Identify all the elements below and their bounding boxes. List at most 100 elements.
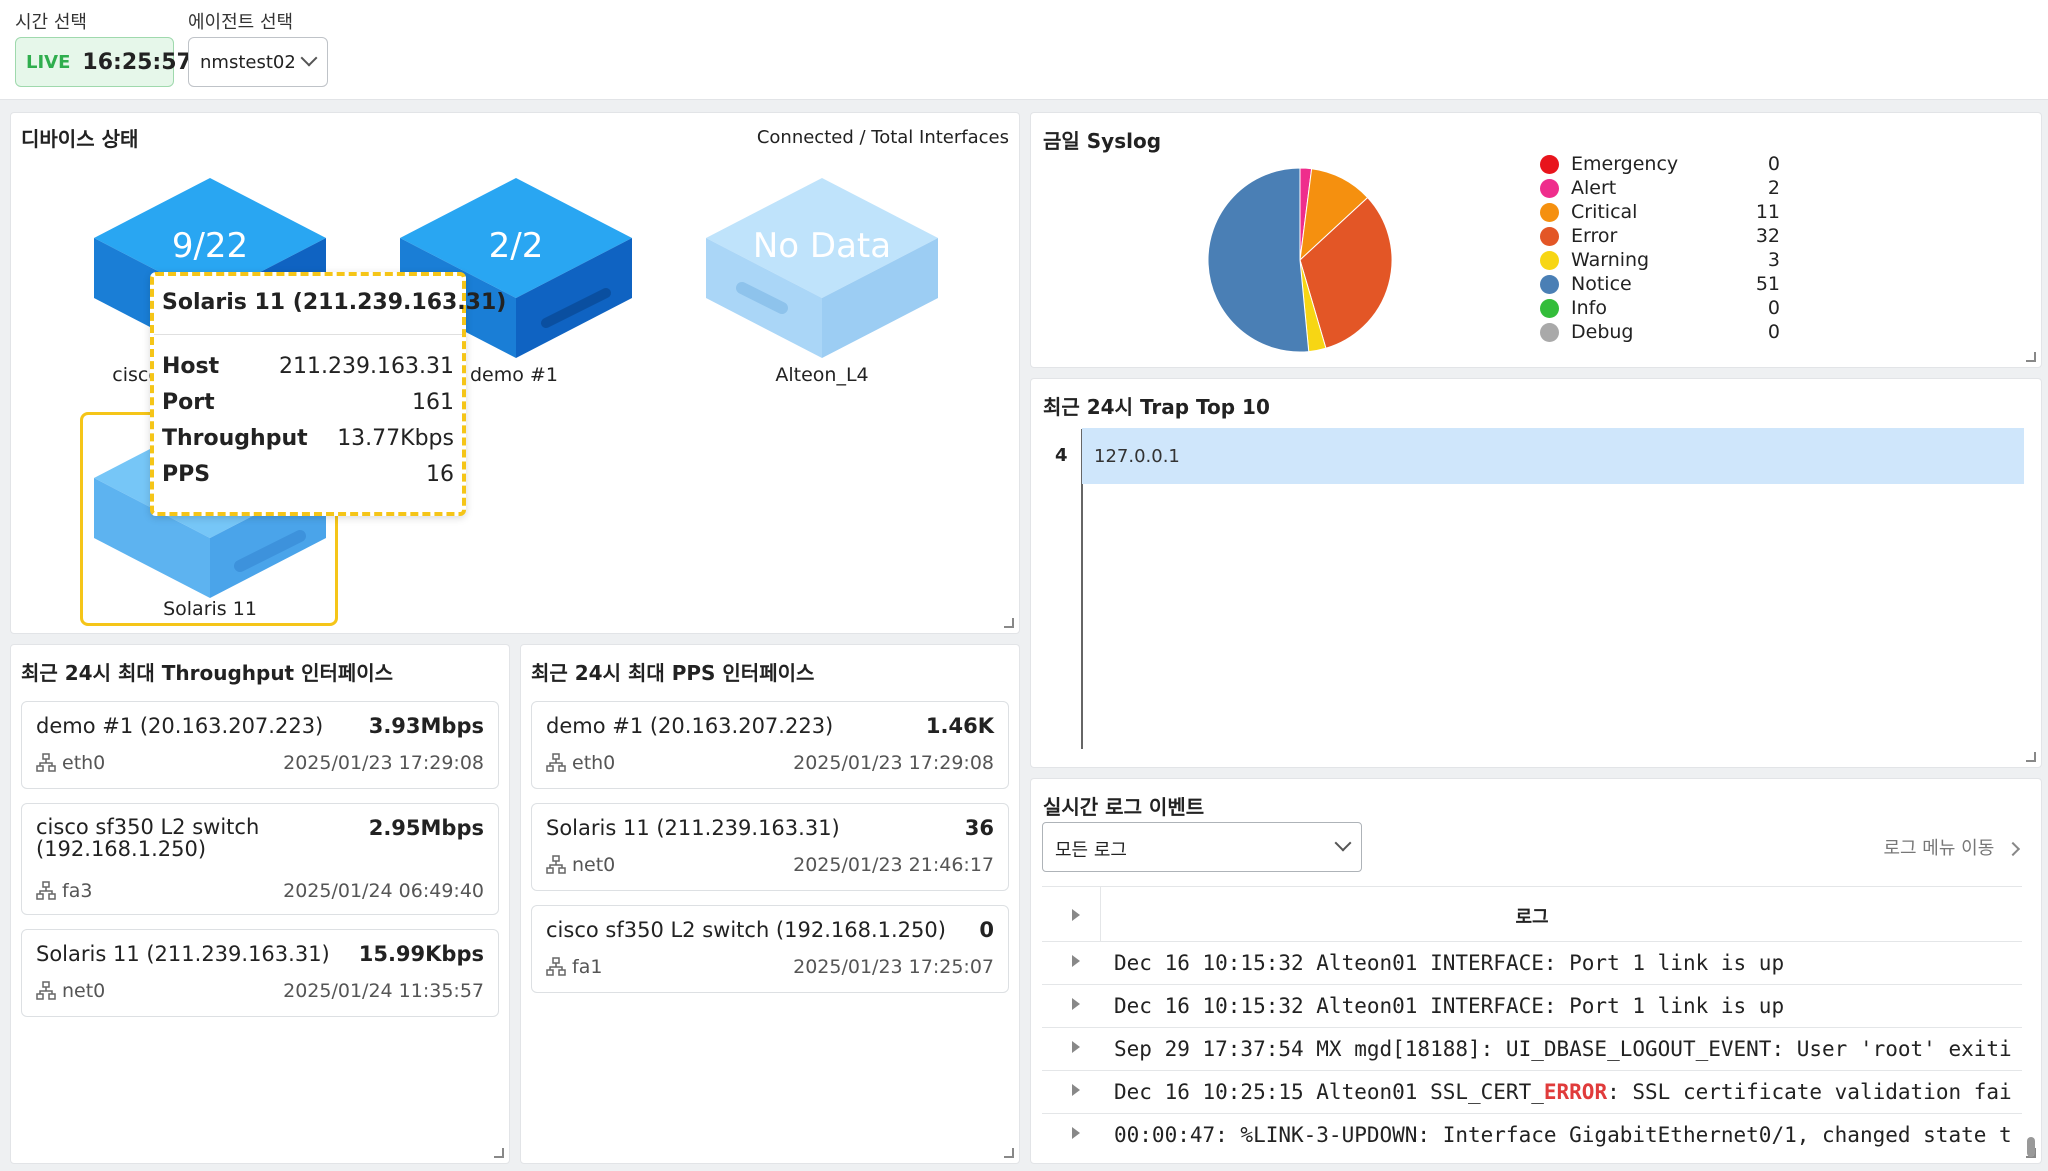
log-text: 00:00:47: %LINK-3-UPDOWN: Interface Giga… <box>1114 1123 2012 1147</box>
item-name: Solaris 11 (211.239.163.31) <box>546 816 840 840</box>
item-name: demo #1 (20.163.207.223) <box>36 714 324 738</box>
list-item[interactable]: demo #1 (20.163.207.223) 3.93Mbps eth0 2… <box>21 701 499 789</box>
item-port: net0 <box>36 980 105 1002</box>
legend-item: Debug 0 <box>1540 320 1780 344</box>
legend-dot <box>1540 322 1559 342</box>
legend-dot <box>1540 274 1559 294</box>
item-port: fa3 <box>36 880 92 902</box>
device-count: 2/2 <box>488 226 544 266</box>
tooltip-value: 161 <box>412 390 454 415</box>
log-menu-link[interactable]: 로그 메뉴 이동 <box>1883 834 2021 860</box>
throughput-panel: 최근 24시 최대 Throughput 인터페이스 demo #1 (20.1… <box>10 644 510 1164</box>
legend-value: 51 <box>1755 273 1780 295</box>
expand-icon[interactable] <box>1072 1041 1080 1053</box>
legend-label: Info <box>1571 297 1607 319</box>
expand-icon[interactable] <box>1072 1127 1080 1139</box>
trap-count: 4 <box>1055 445 1068 466</box>
device-count: 9/22 <box>171 226 249 266</box>
time-select-label: 시간 선택 <box>15 12 87 33</box>
port-label: eth0 <box>572 752 616 774</box>
legend-item: Notice 51 <box>1540 272 1780 296</box>
item-name: Solaris 11 (211.239.163.31) <box>36 942 330 966</box>
log-error-keyword: ERROR <box>1543 1080 1608 1104</box>
network-icon <box>546 957 566 977</box>
tooltip-row-throughput: Throughput 13.77Kbps <box>162 426 454 456</box>
chevron-right-icon <box>2005 841 2021 857</box>
trap-bar[interactable]: 127.0.0.1 <box>1082 428 2024 484</box>
legend-label: Error <box>1571 225 1618 247</box>
panel-subtitle: Connected / Total Interfaces <box>756 127 1009 148</box>
log-filter-select[interactable]: 모든 로그 <box>1042 822 1362 872</box>
item-date: 2025/01/23 21:46:17 <box>793 854 994 876</box>
log-text-post: : SSL certificate validation fai <box>1607 1080 2012 1104</box>
legend-value: 2 <box>1767 177 1780 199</box>
panel-title: 실시간 로그 이벤트 <box>1043 795 1205 819</box>
expand-icon[interactable] <box>1072 998 1080 1010</box>
tooltip-value: 16 <box>426 462 454 487</box>
item-value: 36 <box>964 816 994 840</box>
list-item[interactable]: Solaris 11 (211.239.163.31) 36 net0 2025… <box>531 803 1009 891</box>
tooltip-value: 211.239.163.31 <box>279 354 454 379</box>
legend-label: Warning <box>1571 249 1650 271</box>
legend-item: Emergency 0 <box>1540 152 1780 176</box>
scrollbar-thumb[interactable] <box>2027 1137 2035 1157</box>
table-row[interactable]: Dec 16 10:15:32 Alteon01 INTERFACE: Port… <box>1042 985 2022 1028</box>
time-select-button[interactable]: LIVE 16:25:57 <box>15 37 192 87</box>
device-box-icon <box>706 178 938 358</box>
table-row[interactable]: 00:00:47: %LINK-3-UPDOWN: Interface Giga… <box>1042 1114 2022 1157</box>
tooltip-row-pps: PPS 16 <box>162 462 454 492</box>
agent-select-dropdown[interactable]: nmstest02 <box>188 37 328 87</box>
log-table-header: 로그 <box>1042 886 2022 942</box>
table-row[interactable]: Dec 16 10:15:32 Alteon01 INTERFACE: Port… <box>1042 942 2022 985</box>
resize-handle[interactable] <box>2026 752 2036 762</box>
item-name-line2: (192.168.1.250) <box>36 837 207 861</box>
item-date: 2025/01/24 11:35:57 <box>283 980 484 1002</box>
network-icon <box>36 981 56 1001</box>
trap-ip: 127.0.0.1 <box>1094 446 1180 467</box>
legend-item: Error 32 <box>1540 224 1780 248</box>
legend-dot <box>1540 178 1559 198</box>
syslog-pie-chart <box>1207 167 1393 353</box>
network-icon <box>36 881 56 901</box>
legend-value: 0 <box>1767 297 1780 319</box>
resize-handle[interactable] <box>494 1148 504 1158</box>
syslog-panel: 금일 Syslog <box>1030 112 2042 368</box>
tooltip-key: Port <box>162 390 215 415</box>
log-header-label: 로그 <box>1515 907 1549 928</box>
legend-value: 3 <box>1767 249 1780 271</box>
list-item[interactable]: Solaris 11 (211.239.163.31) 15.99Kbps ne… <box>21 929 499 1017</box>
tooltip-row-port: Port 161 <box>162 390 454 420</box>
list-item[interactable]: demo #1 (20.163.207.223) 1.46K eth0 2025… <box>531 701 1009 789</box>
log-text-pre: Dec 16 10:25:15 Alteon01 SSL_CERT_ <box>1114 1080 1544 1104</box>
item-date: 2025/01/23 17:25:07 <box>793 956 994 978</box>
live-badge: LIVE <box>26 51 71 73</box>
item-port: eth0 <box>36 752 105 774</box>
table-row[interactable]: Dec 16 10:25:15 Alteon01 SSL_CERT_ERROR:… <box>1042 1071 2022 1114</box>
list-item[interactable]: cisco sf350 L2 switch (192.168.1.250) 0 … <box>531 905 1009 993</box>
pie-slice-notice[interactable] <box>1207 167 1310 353</box>
tooltip-title: Solaris 11 (211.239.163.31) <box>162 290 507 315</box>
device-alteon[interactable]: No Data <box>702 178 942 378</box>
port-label: net0 <box>572 854 616 876</box>
list-item[interactable]: cisco sf350 L2 switch (192.168.1.250) 2.… <box>21 803 499 915</box>
log-filter-value: 모든 로그 <box>1055 840 1127 861</box>
item-value: 3.93Mbps <box>368 714 484 738</box>
top-bar: 시간 선택 LIVE 16:25:57 에이전트 선택 nmstest02 <box>0 0 2048 100</box>
device-name: cisco <box>112 364 160 386</box>
resize-handle[interactable] <box>1004 618 1014 628</box>
table-row[interactable]: Sep 29 17:37:54 MX mgd[18188]: UI_DBASE_… <box>1042 1028 2022 1071</box>
log-text: Dec 16 10:15:32 Alteon01 INTERFACE: Port… <box>1114 951 1785 975</box>
resize-handle[interactable] <box>1004 1148 1014 1158</box>
expand-icon[interactable] <box>1072 955 1080 967</box>
chevron-down-icon <box>1334 834 1352 852</box>
resize-handle[interactable] <box>2026 352 2036 362</box>
item-name-line1: cisco sf350 L2 switch <box>36 815 260 839</box>
log-text: Dec 16 10:15:32 Alteon01 INTERFACE: Port… <box>1114 994 1785 1018</box>
expand-icon[interactable] <box>1072 1084 1080 1096</box>
pps-panel: 최근 24시 최대 PPS 인터페이스 demo #1 (20.163.207.… <box>520 644 1020 1164</box>
legend-item: Critical 11 <box>1540 200 1780 224</box>
chevron-down-icon <box>300 49 318 67</box>
tooltip-key: Throughput <box>162 426 308 451</box>
legend-label: Debug <box>1571 321 1634 343</box>
item-port: net0 <box>546 854 615 876</box>
